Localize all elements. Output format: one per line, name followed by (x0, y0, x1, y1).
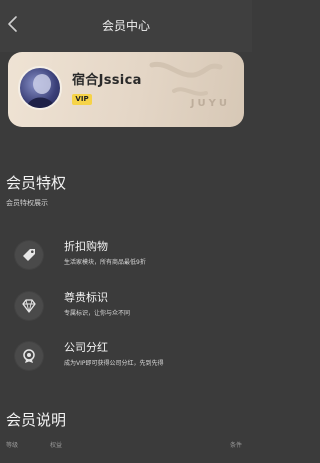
diamond-icon (15, 292, 43, 320)
member-card: 宿合Jssica VIP JUYU (8, 52, 244, 127)
avatar-image (26, 74, 56, 108)
privilege-item-discount[interactable]: 折扣购物 生活家模块，所有商品最低9折 (0, 238, 252, 278)
explanation-heading: 会员说明 (6, 411, 67, 429)
column-header-condition: 条件 (230, 442, 243, 449)
avatar[interactable] (18, 66, 62, 110)
explanation-table-header: 等级 权益 条件 (0, 440, 252, 452)
dividend-icon (15, 342, 43, 370)
price-tag-icon (15, 241, 43, 269)
column-header-rights: 权益 (50, 442, 63, 449)
page-title: 会员中心 (101, 19, 150, 33)
privilege-description: 专属标识，让你与众不同 (64, 310, 131, 317)
privilege-name: 尊贵标识 (64, 291, 108, 304)
privileges-heading: 会员特权 (6, 174, 67, 192)
privileges-subheading: 会员特权展示 (6, 199, 48, 207)
top-bar: 会员中心 (0, 0, 252, 52)
username: 宿合Jssica (72, 73, 142, 88)
privilege-description: 成为VIP即可获得公司分红，先到先得 (64, 360, 164, 367)
brand-logo: JUYU (190, 98, 230, 109)
vip-badge: VIP (72, 94, 92, 105)
privilege-name: 公司分红 (64, 341, 108, 354)
privilege-name: 折扣购物 (64, 240, 108, 253)
privilege-description: 生活家模块，所有商品最低9折 (64, 259, 146, 266)
privilege-item-dividend[interactable]: 公司分红 成为VIP即可获得公司分红，先到先得 (0, 339, 252, 379)
column-header-level: 等级 (6, 442, 19, 449)
privilege-item-badge[interactable]: 尊贵标识 专属标识，让你与众不同 (0, 289, 252, 329)
